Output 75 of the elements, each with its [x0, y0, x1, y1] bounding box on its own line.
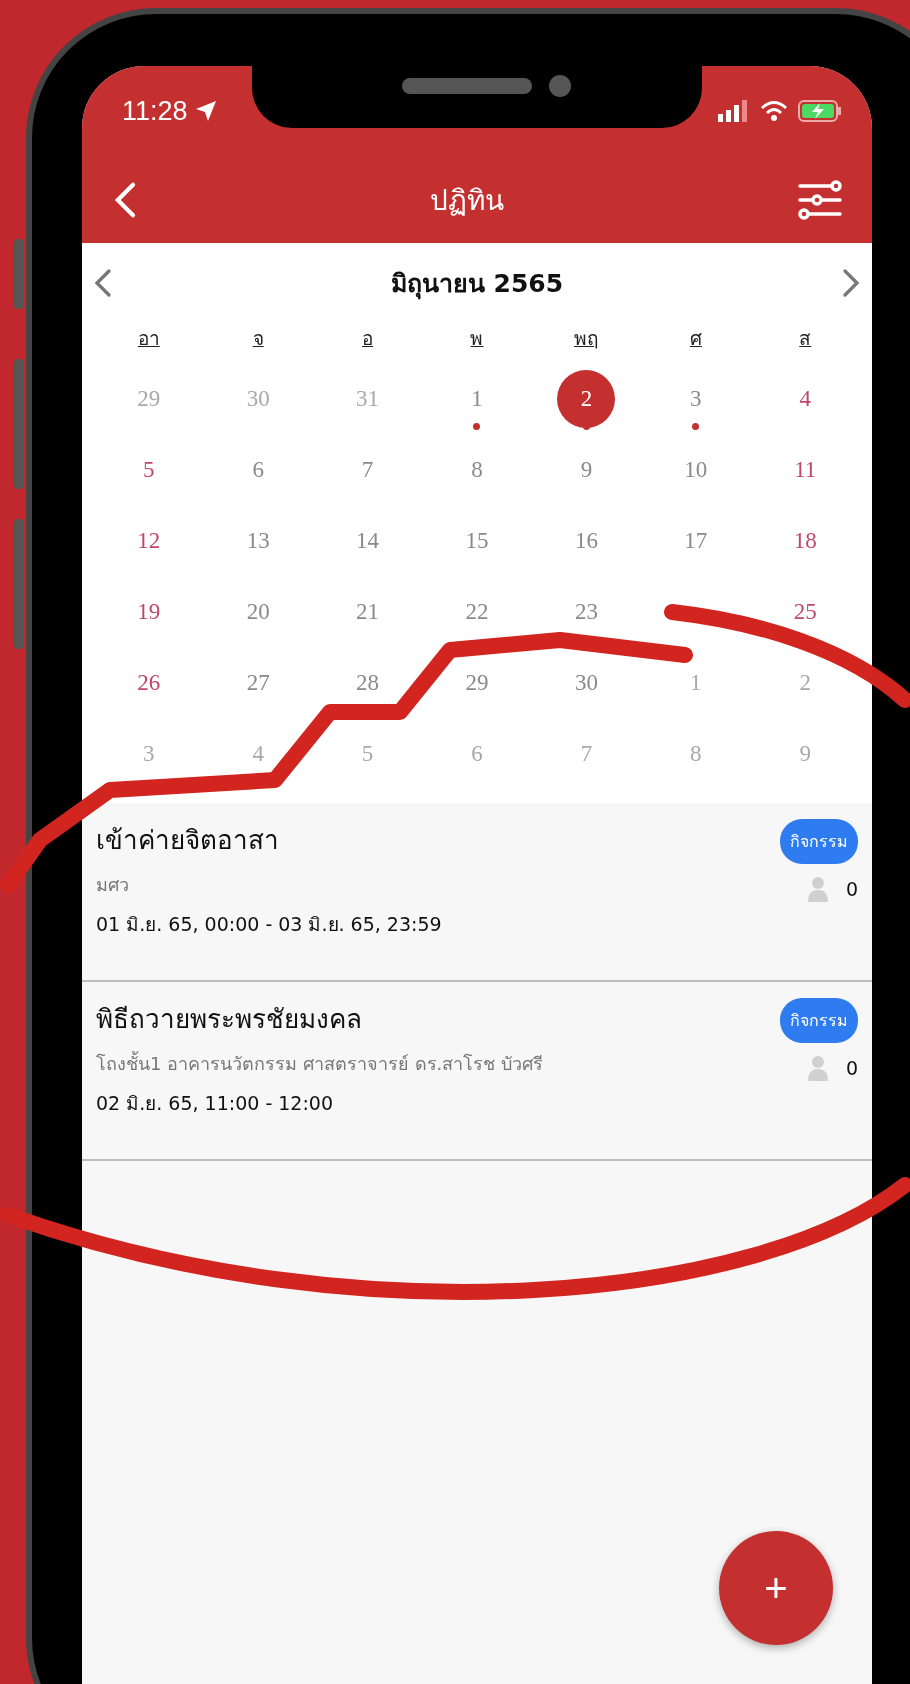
event-title: พิธีถวายพระพรชัยมงคล — [96, 1003, 363, 1036]
day-number[interactable]: 12 — [119, 511, 178, 570]
next-month-button[interactable] — [842, 268, 860, 298]
event-time: 01 มิ.ย. 65, 00:00 - 03 มิ.ย. 65, 23:59 — [96, 912, 442, 937]
day-number[interactable]: 8 — [448, 440, 506, 499]
event-title: เข้าค่ายจิตอาสา — [96, 824, 280, 857]
day-number[interactable]: 17 — [666, 511, 725, 570]
status-time: 11:28 — [122, 95, 188, 127]
day-number[interactable]: 29 — [448, 653, 506, 712]
weekday-label: ส — [799, 326, 812, 351]
day-number[interactable]: 7 — [338, 440, 397, 499]
day-number[interactable]: 30 — [557, 653, 616, 712]
battery-charging-icon — [798, 100, 842, 122]
event-location: โถงชั้น1 อาคารนวัตกรรม ศาสตราจารย์ ดร.สาโรช บัวศรี — [96, 1050, 544, 1076]
day-number[interactable]: 6 — [448, 724, 506, 783]
day-number[interactable]: 10 — [666, 440, 725, 499]
back-button[interactable] — [114, 180, 137, 219]
day-number[interactable]: 2 — [776, 653, 835, 712]
day-number[interactable]: 25 — [776, 582, 835, 641]
day-number[interactable]: 19 — [119, 582, 178, 641]
weekday-label: พ — [470, 326, 484, 351]
day-number[interactable]: 26 — [119, 653, 178, 712]
signal-icon — [718, 100, 750, 122]
day-number[interactable]: 1 — [448, 369, 506, 428]
day-number[interactable]: 29 — [119, 369, 178, 428]
day-number[interactable]: 2 — [557, 369, 616, 428]
participant-count: 0 — [845, 878, 858, 900]
day-number[interactable]: 21 — [338, 582, 397, 641]
person-icon — [807, 876, 828, 902]
weekday-label: อ — [362, 326, 374, 351]
chevron-right-icon — [842, 268, 860, 298]
day-number[interactable]: 6 — [229, 440, 288, 499]
sliders-icon — [798, 179, 842, 220]
previous-month-button[interactable] — [94, 268, 112, 298]
add-button[interactable]: + — [719, 1531, 833, 1645]
back-chevron-icon — [114, 180, 137, 219]
event-location: มศว — [96, 873, 130, 897]
day-number[interactable]: 14 — [338, 511, 397, 570]
filter-button[interactable] — [798, 179, 842, 220]
day-number[interactable]: 11 — [776, 440, 835, 499]
day-number[interactable]: 18 — [776, 511, 835, 570]
day-number[interactable]: 8 — [666, 724, 725, 783]
day-number[interactable]: 9 — [557, 440, 616, 499]
day-number[interactable]: 5 — [119, 440, 178, 499]
day-number[interactable]: 4 — [776, 369, 835, 428]
day-number[interactable]: 15 — [448, 511, 506, 570]
weekday-label: พฤ — [573, 326, 599, 351]
day-number[interactable]: 22 — [448, 582, 506, 641]
person-icon — [807, 1055, 828, 1081]
wifi-icon — [760, 100, 788, 122]
month-title: มิถุนายน 2565 — [390, 268, 564, 302]
event-time: 02 มิ.ย. 65, 11:00 - 12:00 — [96, 1091, 335, 1116]
day-number[interactable]: 1 — [666, 653, 725, 712]
weekday-label: ศ — [689, 326, 702, 351]
participant-count: 0 — [845, 1057, 858, 1079]
page-title: ปฏิทิน — [430, 182, 505, 219]
category-tag: กิจกรรม — [780, 819, 858, 864]
category-tag: กิจกรรม — [780, 998, 858, 1043]
day-number[interactable]: 20 — [229, 582, 288, 641]
chevron-left-icon — [94, 268, 112, 298]
day-number[interactable]: 5 — [338, 724, 397, 783]
day-number[interactable]: 7 — [557, 724, 616, 783]
day-number[interactable]: 4 — [229, 724, 288, 783]
weekday-label: จ — [252, 326, 264, 351]
day-number[interactable]: 9 — [776, 724, 835, 783]
day-number[interactable]: 16 — [557, 511, 616, 570]
day-number[interactable]: 27 — [229, 653, 288, 712]
day-number[interactable]: 31 — [338, 369, 397, 428]
day-number[interactable]: 13 — [229, 511, 288, 570]
day-number[interactable]: 3 — [666, 369, 725, 428]
day-number[interactable]: 3 — [119, 724, 178, 783]
day-number[interactable]: 30 — [229, 369, 288, 428]
day-number[interactable]: 23 — [557, 582, 616, 641]
weekday-label: อา — [137, 326, 160, 351]
day-number[interactable]: 28 — [338, 653, 397, 712]
